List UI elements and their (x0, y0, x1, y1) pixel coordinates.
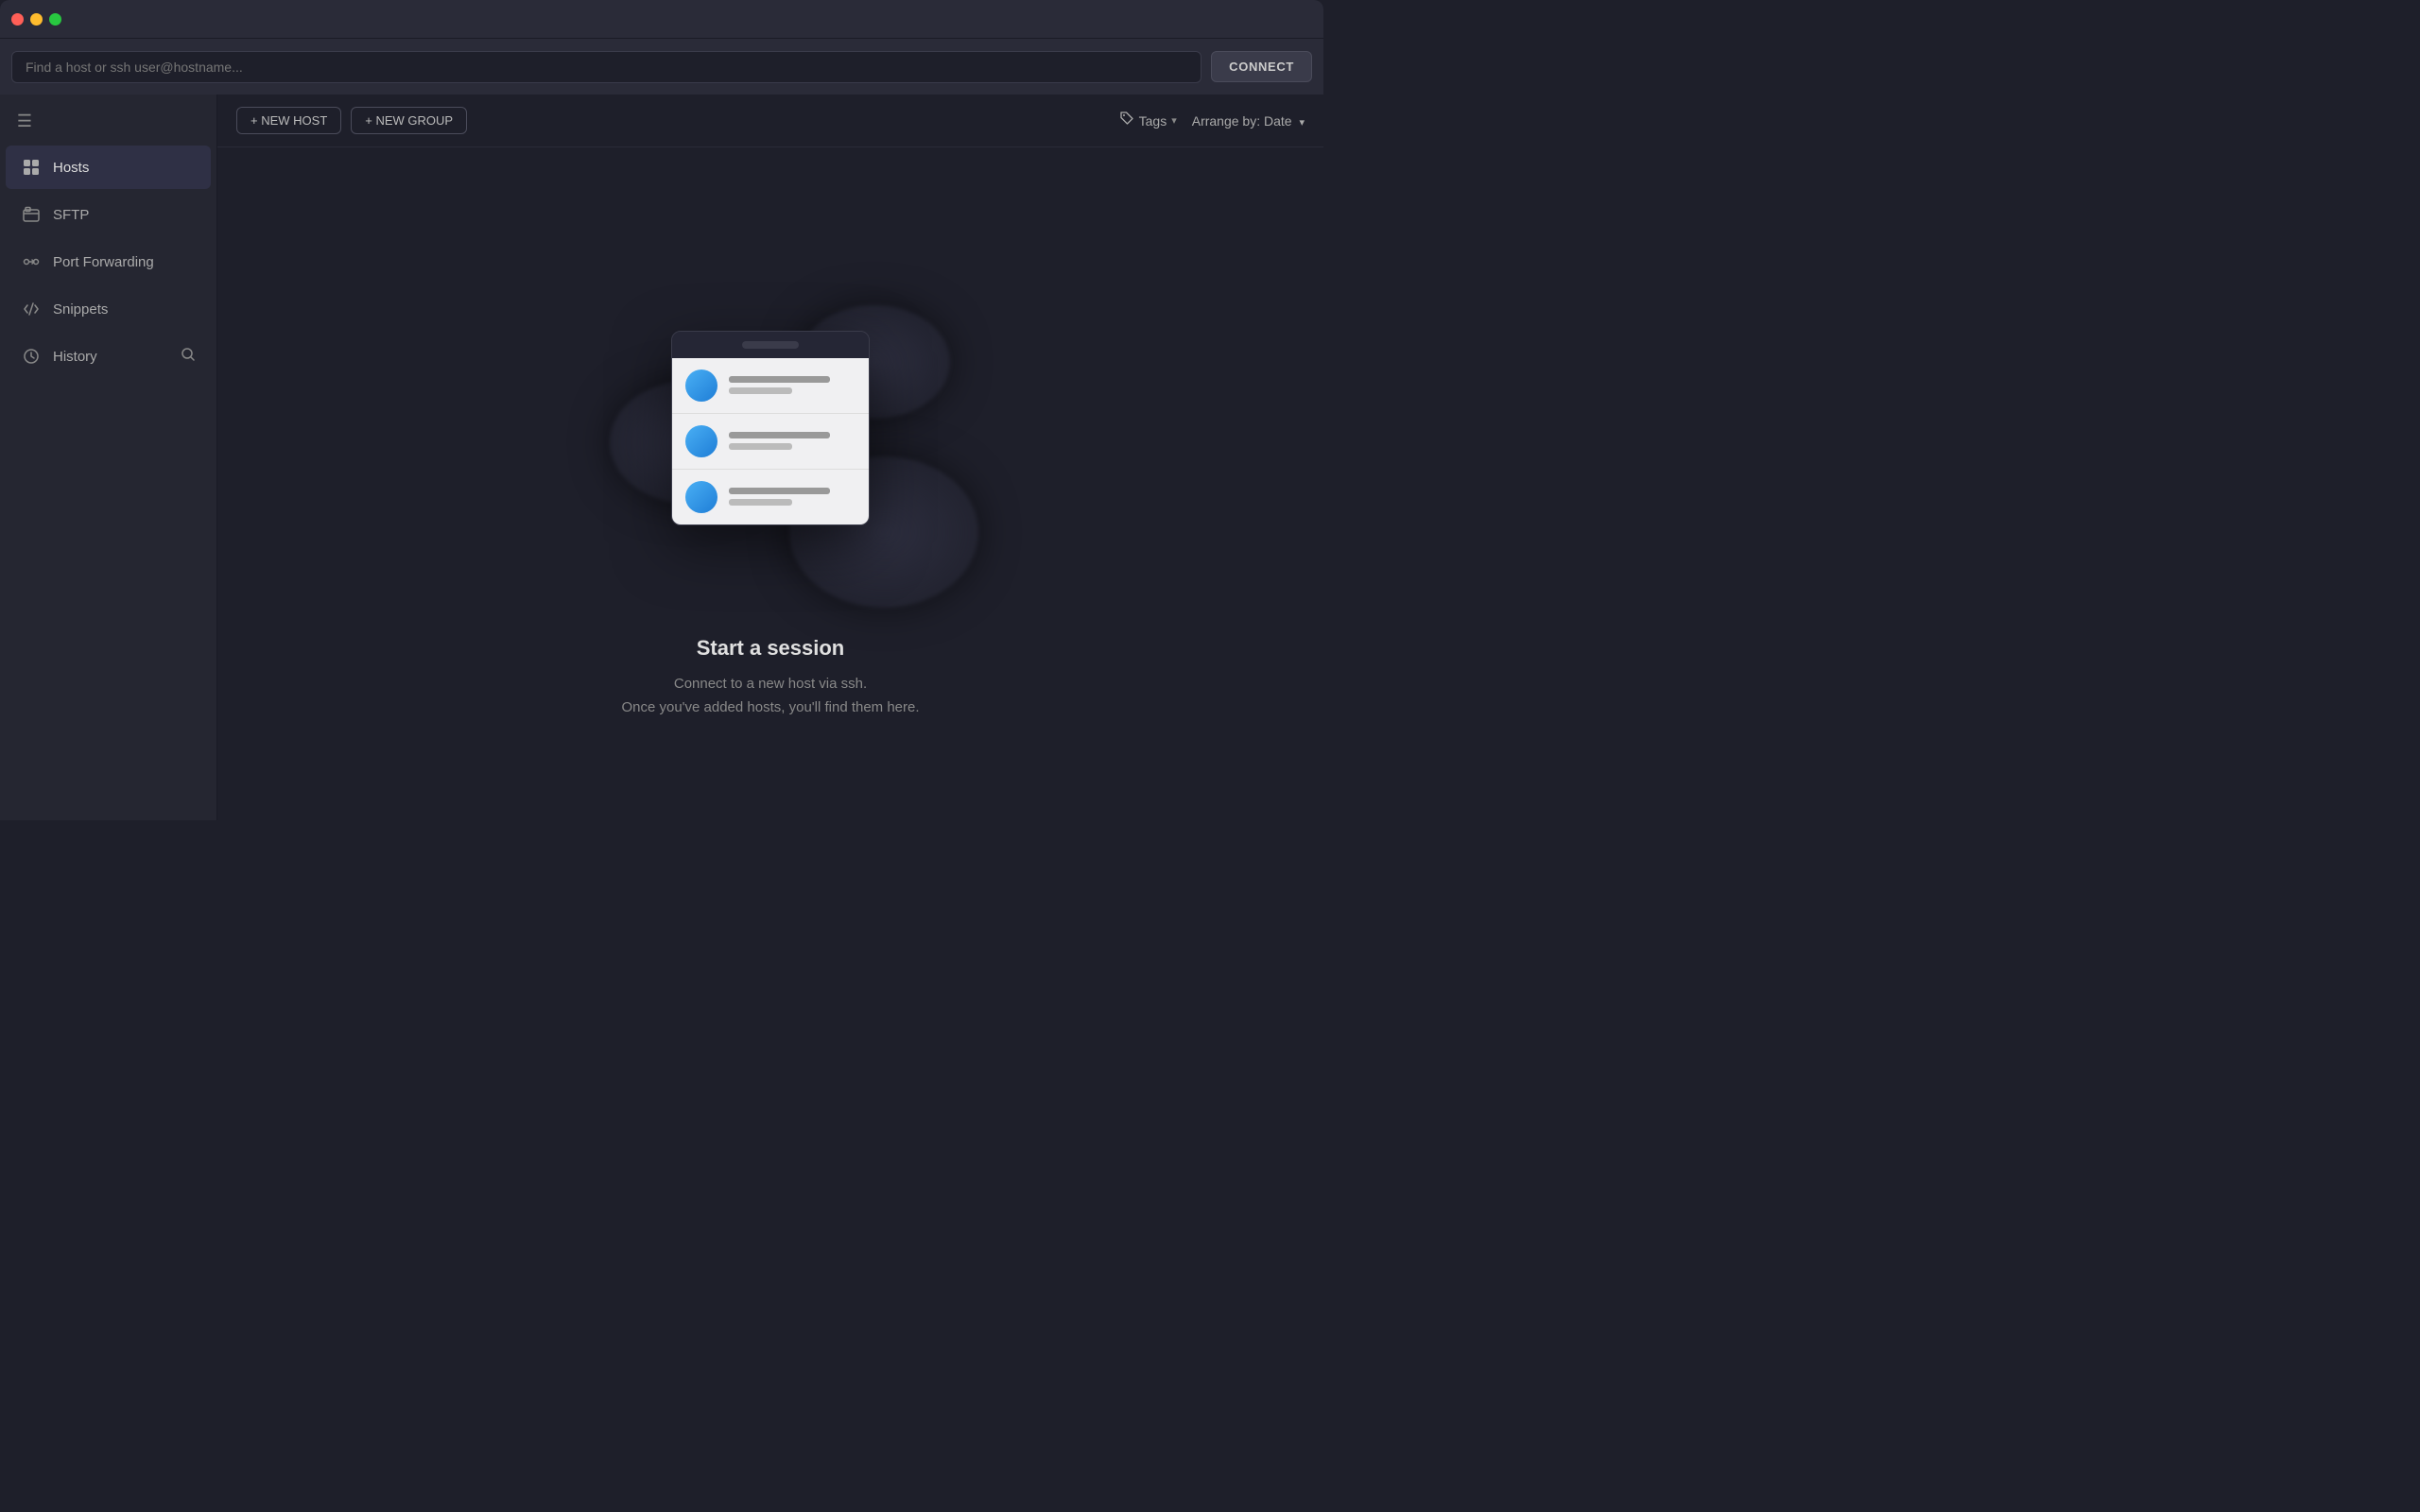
arrange-button[interactable]: Arrange by: Date ▾ (1192, 113, 1305, 129)
server-text-line (729, 488, 830, 494)
sidebar-item-hosts[interactable]: Hosts (6, 146, 211, 189)
tags-label: Tags (1139, 113, 1167, 129)
server-text-line (729, 432, 830, 438)
arrange-label: Arrange by: Date (1192, 113, 1292, 129)
empty-desc-line2: Once you've added hosts, you'll find the… (621, 699, 919, 715)
content-area: + NEW HOST + NEW GROUP Tags ▾ Arrange by… (217, 94, 1323, 820)
sftp-icon (21, 204, 42, 225)
arrange-chevron-icon: ▾ (1299, 117, 1305, 129)
toolbar: + NEW HOST + NEW GROUP Tags ▾ Arrange by… (217, 94, 1323, 147)
empty-state-title: Start a session (697, 636, 845, 661)
illustration (581, 249, 959, 608)
history-icon (21, 346, 42, 367)
sidebar-item-sftp[interactable]: SFTP (6, 193, 211, 236)
search-input[interactable] (11, 51, 1201, 83)
sftp-label: SFTP (53, 207, 89, 223)
history-search-icon[interactable] (181, 347, 196, 367)
tags-button[interactable]: Tags ▾ (1119, 111, 1177, 130)
sidebar-top: ☰ (0, 94, 216, 144)
port-forwarding-icon (21, 251, 42, 272)
server-text-line (729, 376, 830, 383)
server-text-line (729, 499, 792, 506)
server-panel (671, 331, 870, 525)
server-row-2 (672, 414, 869, 470)
empty-state-description: Connect to a new host via ssh. Once you'… (621, 672, 919, 720)
server-avatar-2 (685, 425, 717, 457)
server-text-3 (729, 488, 856, 506)
tag-icon (1119, 111, 1134, 130)
server-avatar-1 (685, 369, 717, 402)
server-text-2 (729, 432, 856, 450)
server-indicator (742, 341, 799, 349)
connect-button[interactable]: CONNECT (1211, 51, 1312, 82)
search-bar: CONNECT (0, 38, 1323, 94)
sidebar-item-history[interactable]: History (6, 335, 211, 378)
empty-state: Start a session Connect to a new host vi… (217, 147, 1323, 820)
toolbar-right: Tags ▾ Arrange by: Date ▾ (1119, 111, 1305, 130)
port-forwarding-label: Port Forwarding (53, 254, 154, 270)
menu-icon-button[interactable]: ☰ (8, 104, 42, 138)
tags-chevron-icon: ▾ (1171, 114, 1177, 127)
minimize-button[interactable] (30, 13, 43, 26)
close-button[interactable] (11, 13, 24, 26)
hosts-label: Hosts (53, 160, 89, 176)
server-top-bar (672, 332, 869, 358)
empty-desc-line1: Connect to a new host via ssh. (674, 676, 867, 692)
traffic-lights (11, 13, 61, 26)
server-row-3 (672, 470, 869, 524)
server-text-line (729, 443, 792, 450)
main-layout: ☰ Hosts (0, 94, 1323, 820)
new-group-button[interactable]: + NEW GROUP (351, 107, 467, 134)
title-bar (0, 0, 1323, 38)
server-text-1 (729, 376, 856, 394)
server-text-line (729, 387, 792, 394)
snippets-icon (21, 299, 42, 319)
history-label: History (53, 349, 97, 365)
sidebar-item-snippets[interactable]: Snippets (6, 287, 211, 331)
server-row-1 (672, 358, 869, 414)
maximize-button[interactable] (49, 13, 61, 26)
sidebar: ☰ Hosts (0, 94, 217, 820)
snippets-label: Snippets (53, 301, 108, 318)
history-left: History (21, 346, 97, 367)
new-host-button[interactable]: + NEW HOST (236, 107, 341, 134)
server-avatar-3 (685, 481, 717, 513)
hamburger-icon: ☰ (17, 112, 32, 131)
hosts-icon (21, 157, 42, 178)
sidebar-item-port-forwarding[interactable]: Port Forwarding (6, 240, 211, 284)
